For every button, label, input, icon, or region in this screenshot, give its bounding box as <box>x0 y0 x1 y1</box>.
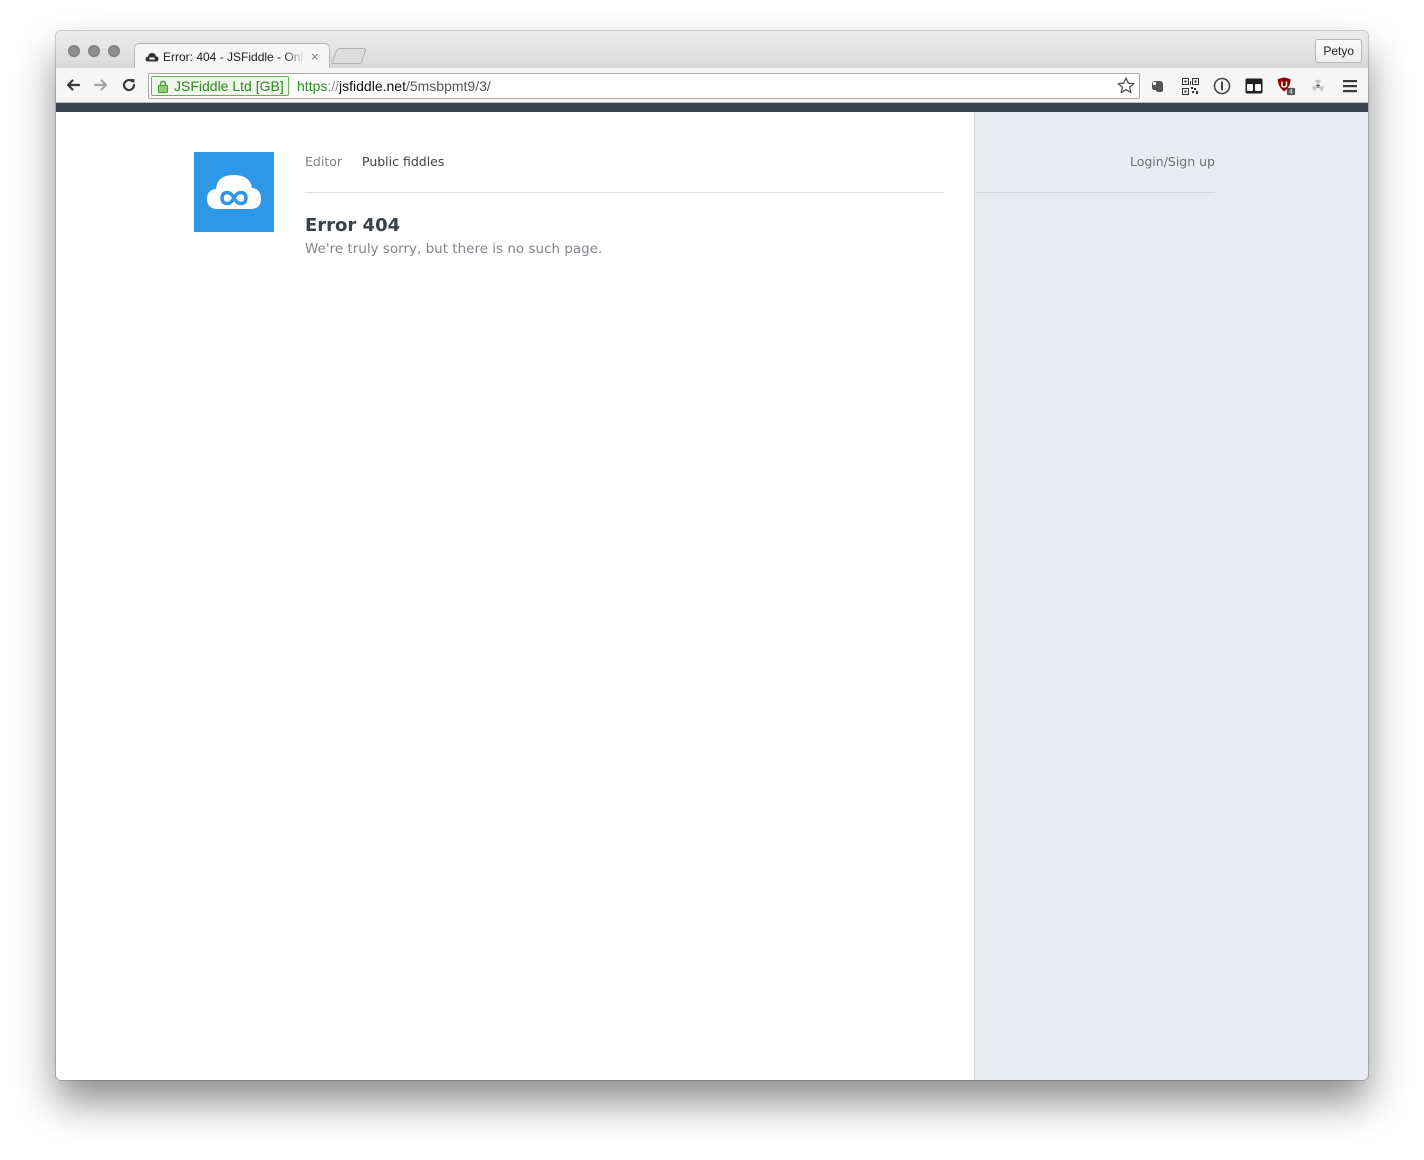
reload-icon <box>122 78 136 92</box>
forward-button[interactable] <box>91 75 111 95</box>
radiation-icon[interactable] <box>1308 76 1328 96</box>
ublock-icon[interactable]: 4 <box>1276 76 1296 96</box>
reload-button[interactable] <box>119 75 139 95</box>
minimize-window-button[interactable] <box>88 45 100 57</box>
url-separator: :// <box>327 78 340 94</box>
new-tab-button[interactable] <box>331 48 367 64</box>
jsfiddle-favicon-icon <box>145 52 159 62</box>
menu-icon[interactable] <box>1340 76 1360 96</box>
ublock-badge: 4 <box>1289 89 1293 96</box>
jsfiddle-cloud-icon <box>207 175 261 209</box>
zoom-window-button[interactable] <box>108 45 120 57</box>
site-header-strip <box>56 103 1368 112</box>
jsfiddle-logo[interactable] <box>194 152 274 232</box>
back-button[interactable] <box>63 75 83 95</box>
arrow-left-icon <box>66 79 81 91</box>
divider <box>305 192 944 193</box>
nav-link-public-fiddles[interactable]: Public fiddles <box>362 154 444 169</box>
url-host: jsfiddle.net <box>339 78 406 94</box>
bookmark-star-icon[interactable] <box>1115 75 1137 97</box>
tab-close-icon[interactable]: × <box>311 49 319 65</box>
address-bar[interactable]: JSFiddle Ltd [GB] https://jsfiddle.net/5… <box>148 73 1140 99</box>
main-nav: Editor Public fiddles <box>305 154 444 169</box>
login-signup-link[interactable]: Login/Sign up <box>1130 154 1215 169</box>
browser-tab[interactable]: Error: 404 - JSFiddle - Online Editor fo… <box>134 43 330 69</box>
tab-title: Error: 404 - JSFiddle - Online Editor fo… <box>163 50 305 64</box>
ev-certificate-badge[interactable]: JSFiddle Ltd [GB] <box>151 76 289 96</box>
qr-code-icon[interactable] <box>1180 76 1200 96</box>
browser-window: Error: 404 - JSFiddle - Online Editor fo… <box>56 31 1368 1080</box>
evernote-icon[interactable] <box>1148 76 1168 96</box>
tab-sidebar-icon[interactable] <box>1244 76 1264 96</box>
url-text[interactable]: https://jsfiddle.net/5msbpmt9/3/ <box>297 78 491 94</box>
url-path: /5msbpmt9/3/ <box>405 78 491 94</box>
title-bar: Error: 404 - JSFiddle - Online Editor fo… <box>56 31 1368 69</box>
sidebar-divider <box>976 192 1215 193</box>
lock-icon <box>158 80 168 93</box>
page-content: Editor Public fiddles Error 404 We're tr… <box>56 112 1368 1080</box>
page-title: Error 404 <box>305 215 401 236</box>
url-scheme: https <box>297 78 328 94</box>
ev-label: JSFiddle Ltd [GB] <box>174 78 284 94</box>
close-window-button[interactable] <box>68 45 80 57</box>
browser-toolbar: JSFiddle Ltd [GB] https://jsfiddle.net/5… <box>56 68 1368 103</box>
sidebar <box>974 112 1368 1080</box>
profile-button[interactable]: Petyo <box>1315 39 1362 63</box>
arrow-right-icon <box>93 79 108 91</box>
1password-icon[interactable] <box>1212 76 1232 96</box>
nav-link-editor[interactable]: Editor <box>305 154 342 169</box>
error-message: We're truly sorry, but there is no such … <box>305 241 603 257</box>
